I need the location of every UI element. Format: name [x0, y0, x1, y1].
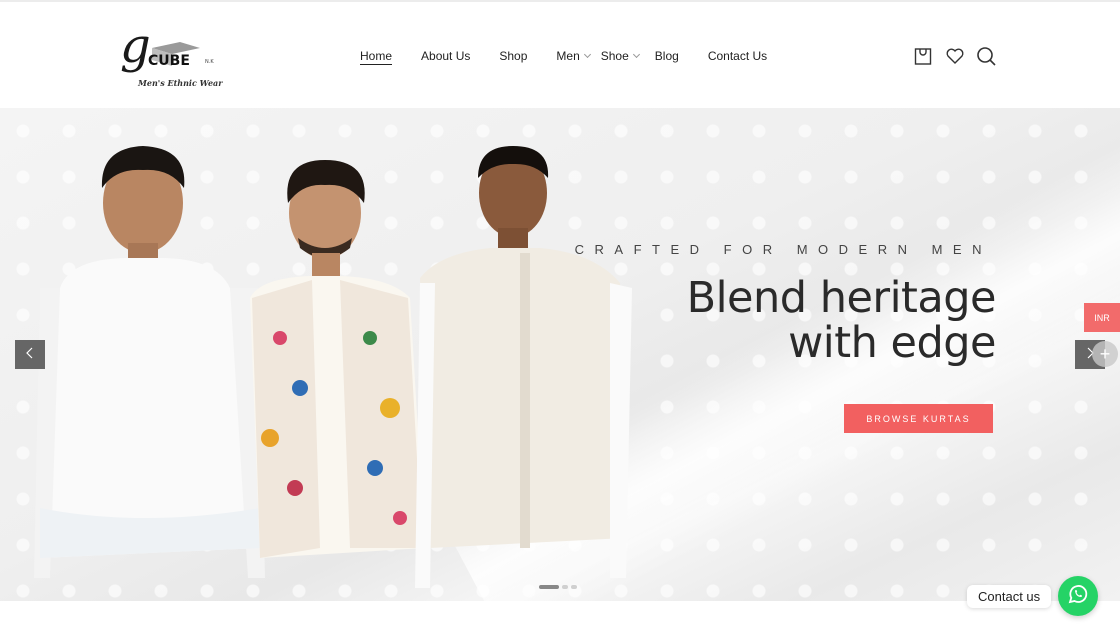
model-left [34, 146, 265, 578]
nav-shop[interactable]: Shop [499, 49, 527, 63]
slider-dot-3[interactable] [571, 585, 577, 589]
brand-tagline: Men's Ethnic Wear [138, 78, 223, 88]
whatsapp-icon [1066, 582, 1090, 611]
chevron-down-icon [583, 50, 591, 59]
chevron-down-icon [632, 50, 640, 59]
cart-icon[interactable] [913, 46, 933, 66]
prev-slide-button[interactable] [15, 340, 45, 369]
nav-men-label: Men [556, 49, 580, 63]
hero-slider: CRAFTED FOR MODERN MEN Blend heritage wi… [0, 108, 1120, 601]
model-right [415, 146, 632, 588]
nav-home[interactable]: Home [360, 49, 393, 65]
heart-icon[interactable] [945, 46, 965, 66]
nav-men[interactable]: Men [556, 49, 591, 63]
search-icon[interactable] [976, 46, 996, 66]
hero-eyebrow: CRAFTED FOR MODERN MEN [574, 242, 992, 257]
logo-mark: g [120, 20, 151, 74]
plus-icon[interactable]: + [1092, 341, 1118, 367]
hero-headline-line2: with edge [788, 318, 996, 368]
site-header: g CUBE N.K Men's Ethnic Wear Home About … [0, 2, 1120, 108]
hero-models-image [34, 146, 632, 588]
model-middle [250, 160, 425, 558]
slider-dot-1[interactable] [539, 585, 559, 589]
nav-blog[interactable]: Blog [655, 49, 679, 63]
slider-dot-2[interactable] [562, 585, 568, 589]
logo-sub: N.K [205, 59, 214, 65]
slider-pagination [539, 585, 580, 589]
currency-switcher[interactable]: INR [1084, 303, 1120, 332]
main-nav: Home About Us Shop Men Shoe Blog Contact… [360, 46, 796, 66]
browse-kurtas-button[interactable]: BROWSE KURTAS [844, 404, 993, 433]
hero-headline-line1: Blend heritage [686, 273, 997, 323]
whatsapp-button[interactable] [1058, 576, 1098, 616]
logo-text: CUBE [148, 53, 190, 69]
nav-contact[interactable]: Contact Us [708, 49, 767, 63]
nav-shoe[interactable]: Shoe [600, 49, 640, 63]
nav-about[interactable]: About Us [421, 49, 470, 63]
contact-us-label[interactable]: Contact us [967, 585, 1052, 608]
hero-headline: Blend heritage with edge [686, 273, 997, 368]
chevron-left-icon [25, 346, 35, 364]
nav-shoe-label: Shoe [600, 49, 629, 63]
